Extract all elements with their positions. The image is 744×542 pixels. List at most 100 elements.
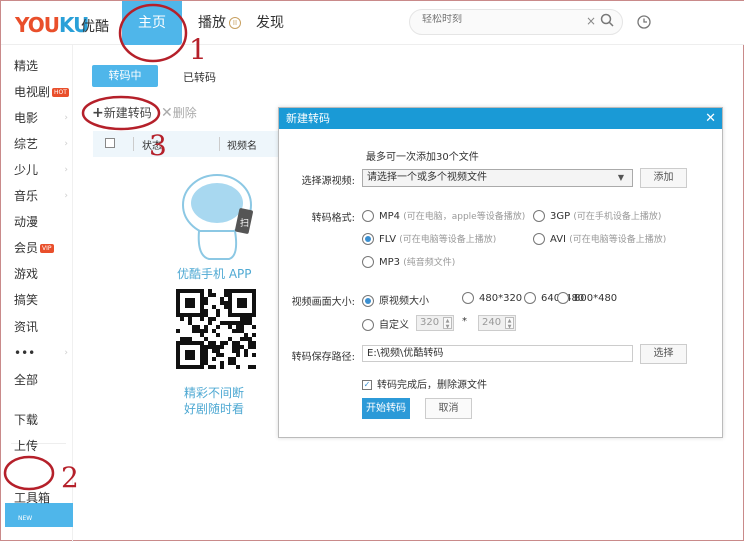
radio-button[interactable] — [362, 233, 374, 245]
sidebar-item[interactable]: 会员 VIP — [14, 238, 70, 258]
tab-transcoded[interactable]: 已转码 — [183, 69, 216, 85]
custom-height-value: 240 — [482, 317, 502, 328]
radio-button[interactable] — [533, 233, 545, 245]
new-transcode-dialog: 新建转码 ✕ 最多可一次添加30个文件 选择源视频: 请选择一个或多个视频文件 ▼ … — [278, 107, 723, 438]
radio-button[interactable] — [557, 292, 569, 304]
format-option-mp4[interactable]: MP4 (可在电脑，apple等设备播放) — [362, 209, 525, 222]
annotation-number-3: 3 — [149, 129, 167, 162]
format-option-mp3[interactable]: MP3 (纯音频文件) — [362, 255, 455, 268]
sidebar-item[interactable]: 搞笑 — [14, 290, 70, 310]
custom-label: 自定义 — [379, 320, 409, 331]
format-hint: (可在电脑等设备上播放) — [399, 235, 497, 245]
table-header: 状态 视频名 — [93, 131, 279, 157]
delete-source-option[interactable]: ✓ 转码完成后，删除源文件 — [362, 376, 487, 391]
sidebar-item[interactable]: 游戏 — [14, 264, 70, 284]
x-icon: ✕ — [161, 105, 173, 121]
youku-logo[interactable]: YOUKU — [15, 13, 89, 37]
chevron-right-icon: › — [64, 113, 68, 123]
tab-transcoding[interactable]: 转码中 — [92, 65, 158, 87]
save-path-input[interactable]: E:\视频\优酷转码 — [362, 345, 633, 362]
format-option-avi[interactable]: AVI (可在电脑等设备上播放) — [533, 232, 666, 245]
sidebar-badge: VIP — [40, 244, 54, 253]
format-hint: (可在手机设备上播放) — [573, 212, 662, 222]
cancel-button[interactable]: 取消 — [425, 398, 472, 419]
format-option-3gp[interactable]: 3GP (可在手机设备上播放) — [533, 209, 661, 222]
sidebar-item-label: ••• — [14, 346, 36, 360]
path-label: 转码保存路径: — [291, 352, 355, 363]
chevron-right-icon: › — [64, 139, 68, 149]
search-icon[interactable] — [600, 13, 614, 27]
clear-icon[interactable]: × — [586, 14, 596, 28]
select-all-checkbox[interactable] — [105, 138, 115, 148]
sidebar-item[interactable]: 资讯 — [14, 317, 70, 337]
radio-button[interactable] — [362, 256, 374, 268]
column-divider — [133, 137, 134, 151]
size-name: 480*320 — [479, 293, 523, 304]
sidebar-item[interactable]: 下载 — [14, 410, 70, 430]
dialog-title: 新建转码 — [286, 112, 330, 125]
sidebar-item-label: 上传 — [14, 439, 39, 453]
stepper-arrows-icon[interactable]: ▲ ▼ — [505, 317, 514, 330]
sidebar-item-label: 少儿 — [14, 163, 39, 177]
sidebar-item-label: 资讯 — [14, 320, 39, 334]
sidebar-item[interactable]: 电视剧 HOT — [14, 82, 70, 102]
custom-height-stepper[interactable]: 240 ▲ ▼ — [478, 315, 516, 331]
format-hint: (纯音频文件) — [403, 258, 456, 268]
plus-icon: + — [92, 105, 104, 121]
format-option-flv[interactable]: FLV (可在电脑等设备上播放) — [362, 232, 496, 245]
radio-button[interactable] — [362, 210, 374, 222]
format-name: AVI — [550, 234, 566, 245]
radio-button[interactable] — [524, 292, 536, 304]
stepper-arrows-icon[interactable]: ▲ ▼ — [443, 317, 452, 330]
start-transcode-button[interactable]: 开始转码 — [362, 398, 410, 419]
format-name: MP4 — [379, 211, 401, 222]
sidebar-item-label: 音乐 — [14, 189, 39, 203]
add-button[interactable]: 添加 — [640, 168, 687, 188]
search-input[interactable] — [422, 14, 572, 25]
custom-width-stepper[interactable]: 320 ▲ ▼ — [416, 315, 454, 331]
mascot-illustration: 扫 — [182, 174, 253, 260]
size-option-custom[interactable]: 自定义 — [362, 316, 409, 331]
dropdown-arrow-icon: ▼ — [617, 173, 624, 182]
dialog-header: 新建转码 ✕ — [279, 108, 722, 129]
radio-button[interactable] — [362, 319, 374, 331]
sidebar-item-label: 会员 — [14, 241, 39, 255]
sidebar-item[interactable]: ••• › — [14, 343, 70, 363]
sidebar-badge: HOT — [52, 88, 69, 97]
radio-button[interactable] — [462, 292, 474, 304]
sidebar-item[interactable]: 电影 › — [14, 108, 70, 128]
delete-button[interactable]: ✕删除 — [161, 104, 197, 121]
mascot-scan-text: 扫 — [240, 217, 249, 229]
annotation-number-1: 1 — [189, 33, 207, 66]
sidebar-item-label: 游戏 — [14, 267, 39, 281]
sidebar-item[interactable]: 全部 — [14, 370, 70, 390]
tab-home[interactable]: 主页 — [122, 1, 182, 45]
column-video-name[interactable]: 视频名 — [227, 137, 257, 152]
size-option[interactable]: 800*480 — [557, 292, 617, 304]
app-title: 优酷手机 APP — [177, 267, 252, 281]
sidebar-item[interactable]: 动漫 — [14, 212, 70, 232]
format-hint: (可在电脑等设备上播放) — [569, 235, 667, 245]
sidebar-item[interactable]: 精选 — [14, 56, 70, 76]
sidebar-item[interactable]: 音乐 › — [14, 186, 70, 206]
tab-play-label: 播放 — [198, 15, 226, 31]
radio-button[interactable] — [362, 295, 374, 307]
size-option[interactable]: 原视频大小 — [362, 292, 429, 307]
new-transcode-button[interactable]: +新建转码 — [92, 104, 152, 121]
radio-button[interactable] — [533, 210, 545, 222]
sidebar-item[interactable]: 综艺 › — [14, 134, 70, 154]
times-sign: * — [462, 316, 467, 327]
close-icon[interactable]: ✕ — [705, 108, 716, 129]
history-clock-icon[interactable] — [637, 15, 651, 29]
tab-discover[interactable]: 发现 — [256, 1, 284, 45]
format-name: 3GP — [550, 211, 571, 222]
delete-source-checkbox[interactable]: ✓ — [362, 380, 372, 390]
delete-source-label: 转码完成后，删除源文件 — [377, 380, 487, 391]
size-option[interactable]: 480*320 — [462, 292, 522, 304]
source-video-select[interactable]: 请选择一个或多个视频文件 ▼ — [362, 169, 633, 187]
delete-label: 删除 — [172, 106, 197, 120]
sidebar-item[interactable]: 上传 — [14, 436, 70, 456]
file-limit-note: 最多可一次添加30个文件 — [366, 152, 479, 163]
sidebar-item[interactable]: 少儿 › — [14, 160, 70, 180]
choose-path-button[interactable]: 选择 — [640, 344, 687, 364]
